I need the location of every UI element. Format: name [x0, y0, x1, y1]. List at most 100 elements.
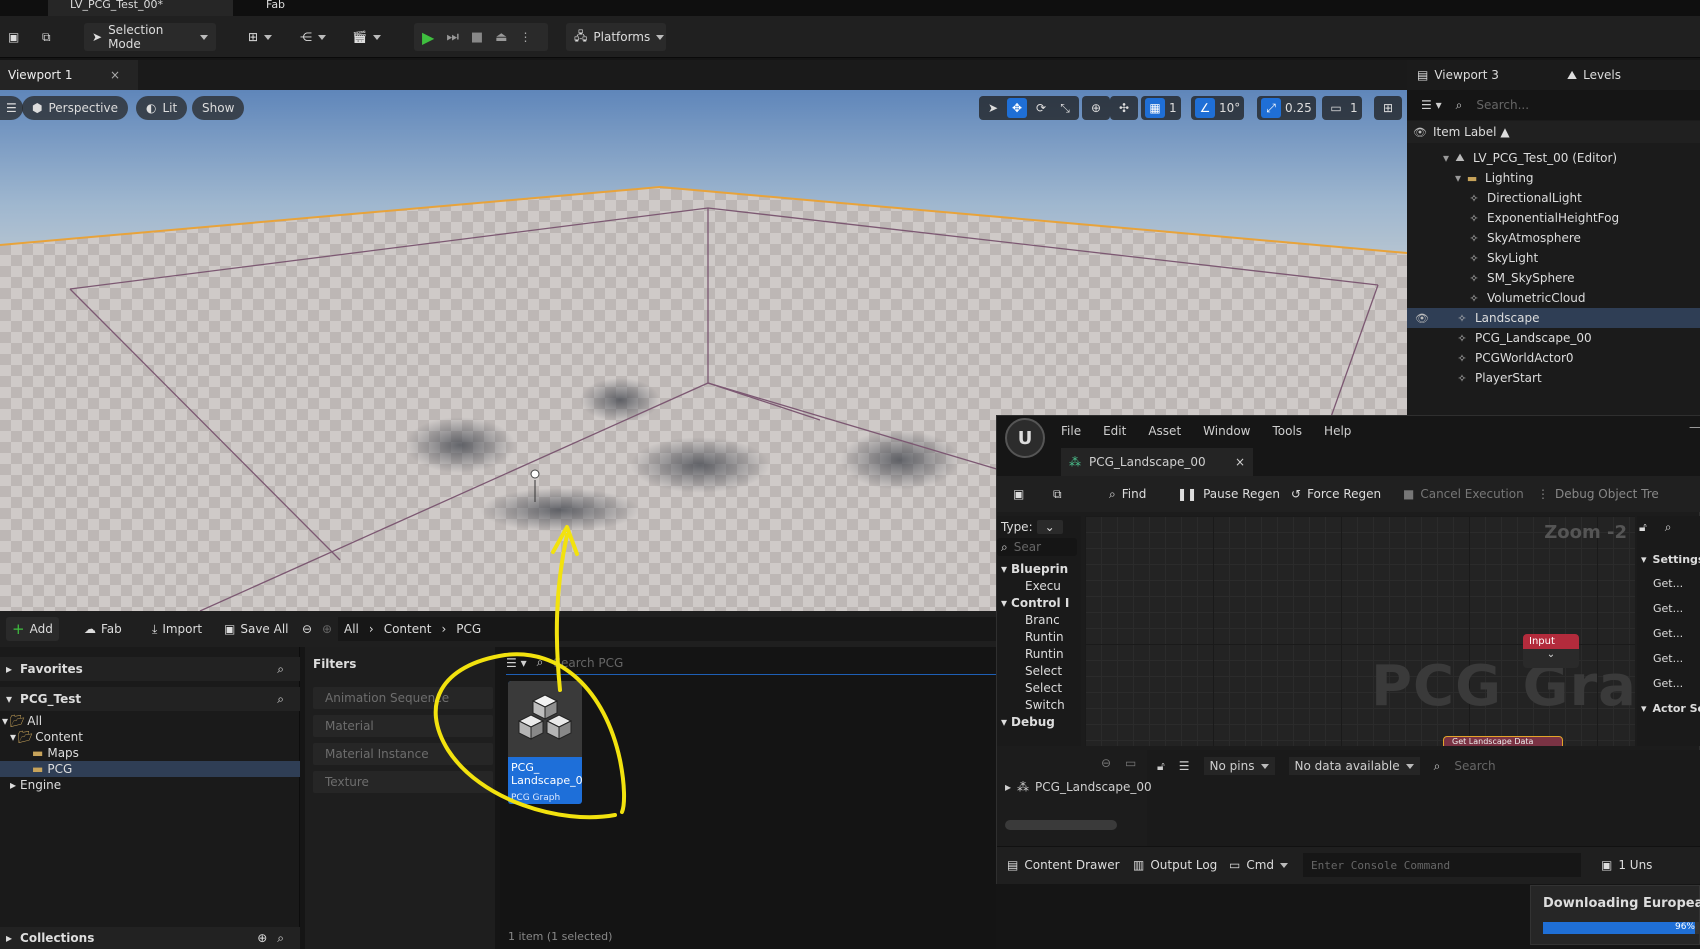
surface-snap-icon[interactable]: ✣ — [1110, 96, 1138, 120]
step-icon[interactable]: ⏭ — [446, 29, 459, 45]
palette-category[interactable]: ▾ Blueprin — [997, 560, 1081, 578]
unreal-logo-icon[interactable]: U — [1005, 418, 1045, 458]
filter-icon[interactable]: ☰ — [1179, 759, 1190, 773]
browse-icon[interactable]: ⧉ — [1053, 482, 1062, 506]
palette-search[interactable]: ⌕ Sear — [997, 538, 1077, 556]
play-icon[interactable]: ▶ — [422, 28, 434, 47]
import-button[interactable]: ⤓ Import — [146, 617, 208, 641]
palette-category[interactable]: ▾ Debug — [997, 713, 1081, 731]
eye-icon[interactable]: 👁︎ — [1415, 311, 1429, 325]
outliner-item[interactable]: ▾ ⛰︎ LV_PCG_Test_00 (Editor) — [1407, 148, 1700, 168]
browse-icon[interactable]: ⧉ — [34, 23, 59, 51]
actor-section-header[interactable]: ▾ Actor Se — [1637, 699, 1700, 717]
camera-speed-button[interactable]: ▭ 1 — [1322, 96, 1362, 120]
item-label-header[interactable]: Item Label ▲ — [1433, 125, 1510, 139]
back-icon[interactable]: ⊖ — [296, 617, 318, 641]
chevron-down-icon[interactable]: ▾ — [1443, 151, 1449, 165]
settings-row[interactable]: Get... — [1637, 674, 1700, 692]
eject-icon[interactable]: ⏏ — [495, 30, 507, 45]
tree-item-maps[interactable]: ▬ Maps — [0, 745, 300, 761]
tab-viewport3[interactable]: ▤ Viewport 3 — [1417, 60, 1499, 90]
project-header[interactable]: ▾ PCG_Test ⌕ — [0, 687, 300, 711]
filter-animation-sequence[interactable]: Animation Sequence — [313, 687, 493, 709]
search-icon[interactable]: ⌕ — [277, 662, 284, 677]
fab-button[interactable]: ☁︎ Fab — [78, 617, 128, 641]
filter-material[interactable]: Material — [313, 715, 493, 737]
grid-snap-toggle[interactable]: ▦ 1 — [1141, 96, 1181, 120]
breadcrumb-pcg[interactable]: PCG — [456, 622, 481, 636]
breadcrumb-all[interactable]: All — [344, 622, 359, 636]
chevron-down-icon[interactable]: ▾ — [1455, 171, 1461, 185]
force-regen-button[interactable]: ↺ Force Regen — [1291, 482, 1381, 506]
world-space-icon[interactable]: ⊕ — [1082, 96, 1110, 120]
save-all-button[interactable]: ▣ Save All — [218, 617, 295, 641]
outliner-item[interactable]: 👁︎ ✧ Landscape — [1407, 308, 1700, 328]
blueprint-button[interactable]: ⋲ — [292, 23, 334, 51]
tree-item-content[interactable]: ▾ 📂︎ Content — [0, 729, 300, 745]
search-icon[interactable]: ⌕ — [277, 692, 284, 707]
output-log-button[interactable]: ▥ Output Log — [1133, 853, 1217, 877]
asset-tile-pcg-landscape[interactable]: PCG_ Landscape_00 PCG Graph — [508, 681, 582, 804]
level-tab[interactable]: LV_PCG_Test_00* — [48, 0, 233, 16]
add-button[interactable]: + Add — [6, 617, 59, 641]
menu-window[interactable]: Window — [1203, 424, 1250, 438]
outliner-search-input[interactable]: Search... — [1476, 98, 1529, 112]
breadcrumb-content[interactable]: Content — [384, 622, 432, 636]
cmd-dropdown[interactable]: ▭ Cmd — [1229, 853, 1289, 877]
asset-search-input[interactable]: Search PCG — [553, 656, 623, 670]
folder-icon[interactable]: ▭ — [1125, 756, 1136, 770]
outliner-item[interactable]: ✧ ExponentialHeightFog — [1407, 208, 1700, 228]
settings-section-header[interactable]: ▾ Settings — [1637, 550, 1700, 568]
palette-node[interactable]: Select — [997, 679, 1081, 697]
selection-mode-button[interactable]: ➤ Selection Mode — [84, 23, 216, 51]
input-node[interactable]: Input ⌄ — [1523, 634, 1579, 668]
viewport-tab[interactable]: Viewport 1 × — [0, 60, 138, 90]
outliner-item[interactable]: ✧ PCGWorldActor0 — [1407, 348, 1700, 368]
outliner-item[interactable]: ✧ SkyLight — [1407, 248, 1700, 268]
pcg-asset-tab[interactable]: ⁂ PCG_Landscape_00 × — [1061, 448, 1253, 476]
show-button[interactable]: Show — [192, 96, 245, 120]
favorites-header[interactable]: ▸ Favorites ⌕ — [0, 657, 300, 681]
type-filter[interactable]: Type: ⌄ — [997, 518, 1081, 536]
cinematics-button[interactable]: 🎬︎ — [344, 23, 389, 51]
palette-node[interactable]: Switch — [997, 696, 1081, 714]
outliner-item[interactable]: ✧ PlayerStart — [1407, 368, 1700, 388]
menu-edit[interactable]: Edit — [1103, 424, 1126, 438]
lit-button[interactable]: ◐ Lit — [136, 96, 188, 120]
viewport-menu-icon[interactable]: ☰ — [0, 96, 23, 120]
rotate-tool-icon[interactable]: ⟳ — [1031, 98, 1051, 118]
platforms-button[interactable]: 🖧︎ Platforms — [566, 23, 666, 51]
save-icon[interactable]: ▣ — [0, 23, 27, 51]
filter-icon[interactable]: ☰ ▾ — [1421, 98, 1442, 112]
eye-icon[interactable]: 👁︎ — [1413, 125, 1427, 139]
pins-dropdown[interactable]: No pins — [1203, 757, 1275, 775]
minimize-icon[interactable]: — — [1689, 420, 1700, 434]
tab-levels[interactable]: ⛰︎ Levels — [1567, 60, 1621, 90]
settings-row[interactable]: Get... — [1637, 574, 1700, 592]
search-icon[interactable]: ⌕ — [277, 931, 284, 946]
search-icon[interactable]: ⌕ — [1665, 520, 1672, 535]
palette-node[interactable]: Runtin — [997, 645, 1081, 663]
graph-canvas[interactable]: Zoom -2 PCG Graph Input ⌄ Get Landscape … — [1085, 516, 1635, 746]
menu-asset[interactable]: Asset — [1148, 424, 1181, 438]
close-icon[interactable]: × — [110, 68, 120, 82]
find-button[interactable]: ⌕ Find — [1109, 482, 1146, 506]
horizontal-scrollbar[interactable] — [1005, 820, 1117, 830]
lock-icon[interactable]: 🔓︎ — [1639, 520, 1647, 535]
select-tool-icon[interactable]: ➤ — [983, 98, 1003, 118]
outliner-item[interactable]: ✧ SM_SkySphere — [1407, 268, 1700, 288]
scale-snap-toggle[interactable]: ⤢ 0.25 — [1257, 96, 1316, 120]
tree-item-pcg[interactable]: ▬ PCG — [0, 761, 300, 777]
settings-row[interactable]: Get... — [1637, 599, 1700, 617]
tree-item-engine[interactable]: ▸ Engine — [0, 777, 300, 793]
angle-snap-toggle[interactable]: ∠ 10° — [1191, 96, 1245, 120]
lock-icon[interactable]: 🔓︎ — [1157, 759, 1165, 774]
perspective-button[interactable]: ⬢ Perspective — [22, 96, 128, 120]
collections-header[interactable]: ▸ Collections ⊕ ⌕ — [0, 927, 300, 949]
menu-tools[interactable]: Tools — [1272, 424, 1302, 438]
forward-icon[interactable]: ⊕ — [316, 617, 338, 641]
content-drawer-button[interactable]: ▤ Content Drawer — [1007, 853, 1120, 877]
scale-tool-icon[interactable]: ⤡ — [1055, 98, 1075, 118]
tree-item-all[interactable]: ▾ 📂︎ All — [0, 713, 300, 729]
pause-regen-button[interactable]: ❚❚ Pause Regen — [1177, 482, 1280, 506]
